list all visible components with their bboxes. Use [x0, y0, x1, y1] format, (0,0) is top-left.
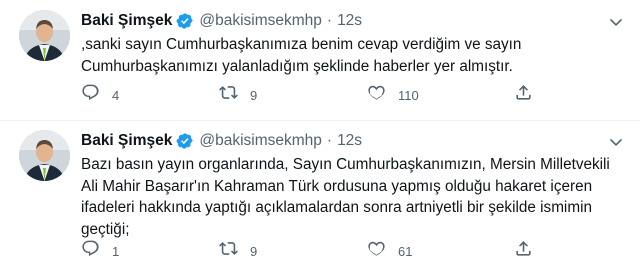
like-count: 61 [398, 243, 413, 259]
tweet[interactable]: Baki Şimşek @bakisimsekmhp · 12s Bazı ba… [0, 120, 640, 273]
tweet[interactable]: Baki Şimşek @bakisimsekmhp · 12s ,sanki … [0, 0, 640, 120]
share-button[interactable] [514, 240, 533, 262]
verified-badge-icon [176, 132, 194, 150]
timestamp[interactable]: 12s [337, 12, 362, 30]
tweet-actions: 1 9 61 [81, 240, 541, 262]
reply-button[interactable]: 4 [81, 84, 119, 106]
retweet-count: 9 [250, 243, 258, 259]
retweet-button[interactable]: 9 [219, 240, 257, 262]
reply-icon [81, 239, 100, 263]
like-button[interactable]: 110 [367, 84, 419, 106]
retweet-count: 9 [250, 87, 258, 103]
tweet-text: ,sanki sayın Cumhurbaşkanımıza benim cev… [81, 36, 522, 75]
tweet-text: Bazı basın yayın organlarında, Sayın Cum… [81, 156, 610, 238]
heart-icon [367, 239, 386, 263]
avatar[interactable] [19, 10, 70, 61]
reply-icon [81, 83, 100, 107]
timestamp[interactable]: 12s [337, 132, 362, 150]
author-name[interactable]: Baki Şimşek [81, 12, 172, 30]
avatar[interactable] [19, 130, 70, 181]
reply-count: 1 [112, 243, 120, 259]
author-handle[interactable]: @bakisimsekmhp [199, 132, 322, 150]
heart-icon [367, 83, 386, 107]
verified-badge-icon [176, 12, 194, 30]
author-name[interactable]: Baki Şimşek [81, 132, 172, 150]
reply-count: 4 [112, 87, 120, 103]
retweet-icon [219, 83, 238, 107]
separator-dot: · [326, 132, 333, 149]
author-handle[interactable]: @bakisimsekmhp [199, 12, 322, 30]
share-icon [514, 239, 533, 263]
chevron-down-icon[interactable] [606, 12, 626, 32]
retweet-icon [219, 239, 238, 263]
reply-button[interactable]: 1 [81, 240, 119, 262]
tweet-header: Baki Şimşek @bakisimsekmhp · 12s [81, 9, 362, 33]
chevron-down-icon[interactable] [606, 132, 626, 152]
retweet-button[interactable]: 9 [219, 84, 257, 106]
separator-dot: · [326, 12, 333, 29]
like-button[interactable]: 61 [367, 240, 412, 262]
like-count: 110 [398, 87, 419, 103]
share-button[interactable] [514, 84, 533, 106]
tweet-actions: 4 9 110 [81, 84, 541, 106]
share-icon [514, 83, 533, 107]
tweet-header: Baki Şimşek @bakisimsekmhp · 12s [81, 129, 362, 153]
tweet-feed: Baki Şimşek @bakisimsekmhp · 12s ,sanki … [0, 0, 640, 273]
